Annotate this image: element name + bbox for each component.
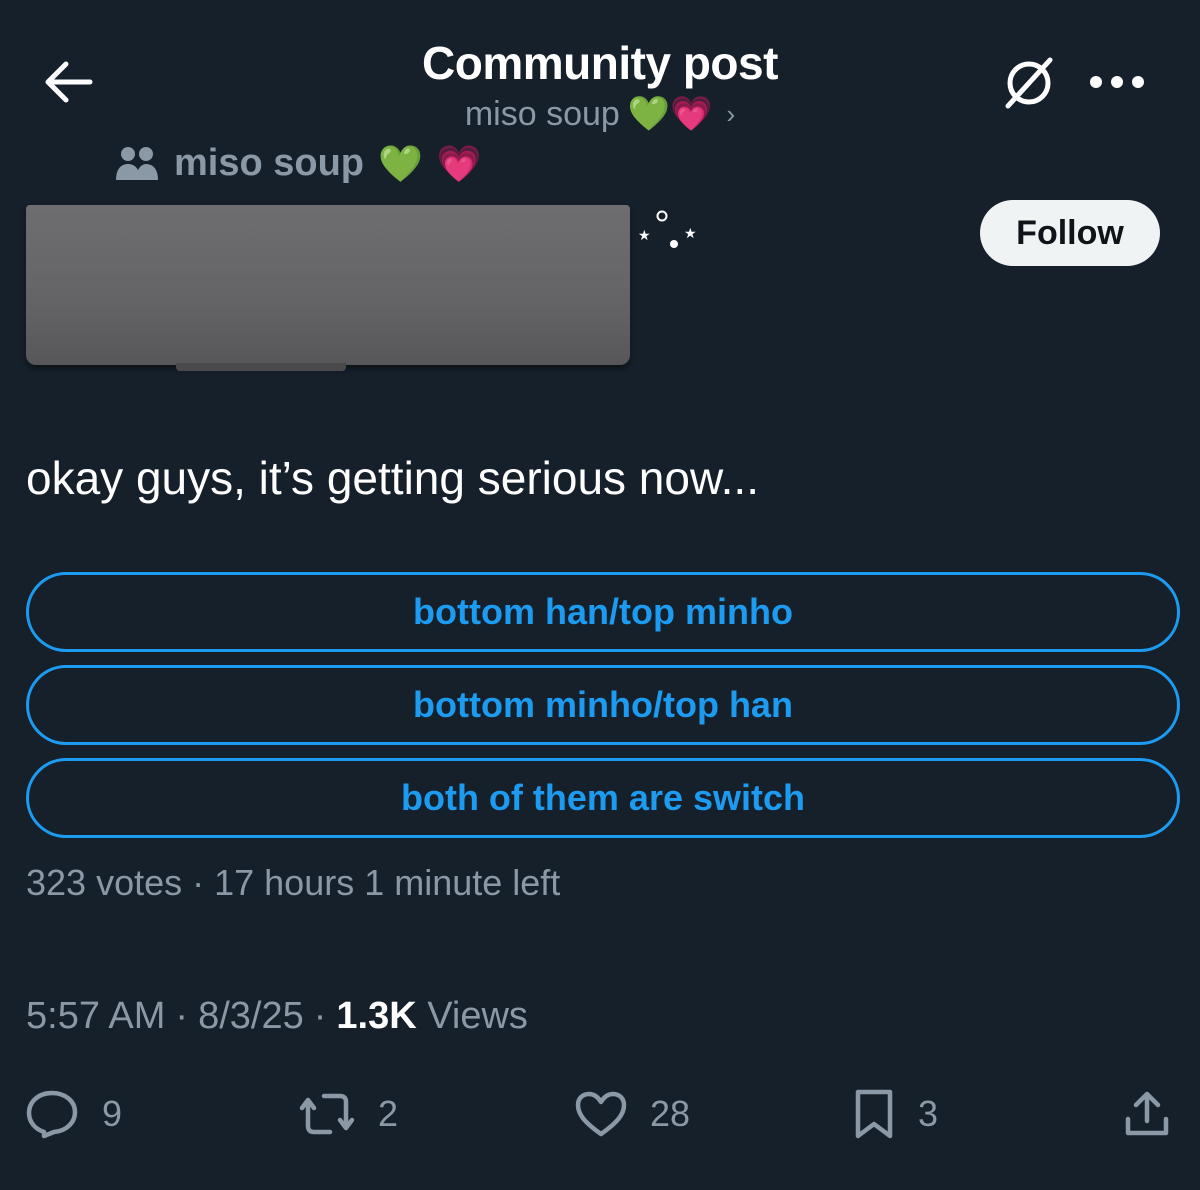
- separator: ·: [313, 995, 327, 1037]
- redacted-author-block: [26, 205, 630, 371]
- like-count: 28: [650, 1093, 691, 1134]
- reply-button[interactable]: 9: [24, 1084, 122, 1144]
- poll-option-2[interactable]: bottom minho/top han: [26, 665, 1180, 745]
- repost-icon: [299, 1093, 355, 1135]
- grok-button[interactable]: [998, 54, 1060, 112]
- separator: ·: [175, 995, 189, 1037]
- bookmark-icon: [855, 1089, 893, 1139]
- views-label: Views: [427, 995, 528, 1037]
- chevron-right-icon: ›: [726, 99, 736, 129]
- post-text: okay guys, it’s getting serious now...: [26, 452, 759, 504]
- share-icon: [1125, 1091, 1169, 1136]
- reply-icon: [26, 1090, 78, 1139]
- sparkles-decoration: ★ ★: [638, 210, 697, 248]
- repost-button[interactable]: 2: [298, 1084, 398, 1144]
- like-button[interactable]: 28: [574, 1084, 690, 1144]
- bookmark-count: 3: [918, 1093, 939, 1134]
- community-people-icon: [116, 146, 158, 180]
- views-count: 1.3K: [336, 995, 417, 1037]
- header: Community post miso soup 💚💗 ›: [300, 34, 900, 136]
- svg-text:★: ★: [684, 226, 697, 242]
- svg-text:★: ★: [638, 228, 651, 244]
- post-time[interactable]: 5:57 AM: [26, 995, 165, 1038]
- timestamp-row: 5:57 AM · 8/3/25 · 1.3K Views: [26, 995, 528, 1038]
- views-link[interactable]: 1.3K Views: [336, 995, 528, 1038]
- grok-icon: [1005, 57, 1053, 109]
- heart-icon: [575, 1091, 627, 1137]
- green-heart-emoji: 💚: [378, 142, 423, 184]
- pink-heart-emoji: 💗: [436, 142, 482, 184]
- back-button[interactable]: [36, 54, 100, 110]
- more-options-button[interactable]: [1082, 56, 1152, 108]
- community-name: miso soup: [174, 142, 365, 184]
- follow-button[interactable]: Follow: [980, 200, 1160, 266]
- arrow-left-icon: [45, 61, 93, 103]
- community-link[interactable]: miso soup 💚💗 ›: [300, 92, 900, 136]
- poll-option-1[interactable]: bottom han/top minho: [26, 572, 1180, 652]
- post-date[interactable]: 8/3/25: [198, 995, 304, 1038]
- poll-option-3[interactable]: both of them are switch: [26, 758, 1180, 838]
- poll-meta: 323 votes · 17 hours 1 minute left: [26, 862, 561, 903]
- bookmark-button[interactable]: 3: [852, 1084, 938, 1144]
- subtitle-emoji: 💚💗: [627, 95, 713, 133]
- repost-count: 2: [378, 1093, 399, 1134]
- page-title: Community post: [422, 37, 778, 89]
- post-page: Community post miso soup 💚💗 › miso soup …: [0, 0, 1200, 1190]
- share-button[interactable]: [1122, 1084, 1172, 1144]
- reply-count: 9: [102, 1093, 123, 1134]
- more-horizontal-icon: [1090, 76, 1144, 88]
- community-label[interactable]: miso soup 💚 💗: [114, 142, 482, 185]
- community-subtitle: miso soup: [464, 95, 620, 133]
